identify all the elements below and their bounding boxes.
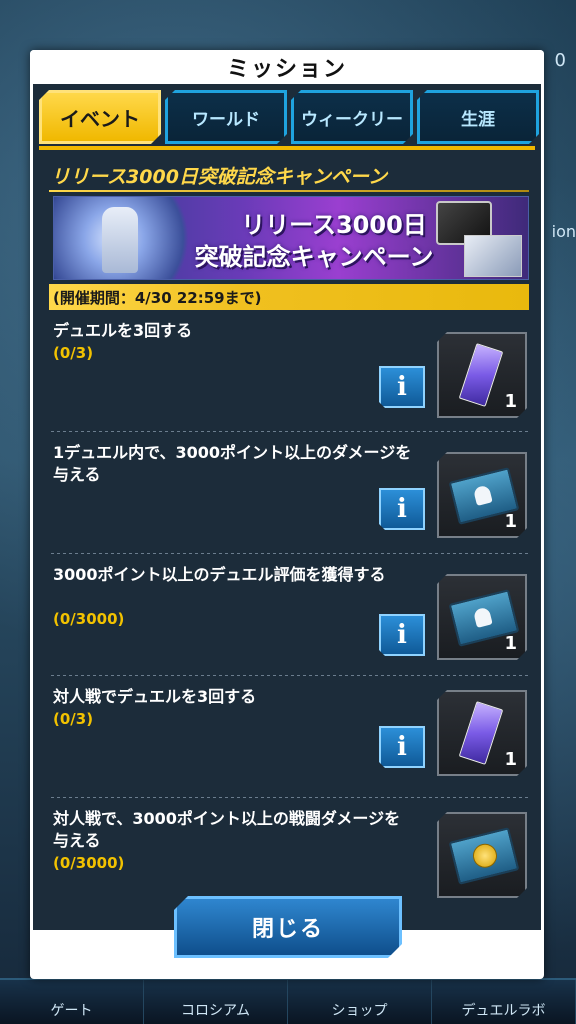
- campaign-title: リリース3000日突破記念キャンペーン: [51, 166, 387, 188]
- mission-dialog: ミッション イベント ワールド ウィークリー 生涯 リリース3000日突破記念キ…: [30, 50, 544, 979]
- reward-slot[interactable]: 1: [437, 574, 527, 660]
- background-counter: 0: [554, 50, 566, 71]
- tab-world[interactable]: ワールド: [165, 90, 287, 144]
- banner-line2: 突破記念キャンペーン: [194, 243, 434, 271]
- gold-ticket-icon: [449, 827, 520, 885]
- campaign-divider: [49, 190, 529, 192]
- mission-item: 対人戦でデュエルを3回する (0/3) i 1: [33, 676, 541, 798]
- dialog-title-bar: ミッション: [30, 50, 544, 84]
- mission-description: 対人戦で、3000ポイント以上の戦闘ダメージを与える: [53, 809, 401, 850]
- mission-item: 1デュエル内で、3000ポイント以上のダメージを与える i 1: [33, 432, 541, 554]
- tab-underline: [39, 146, 535, 150]
- info-button[interactable]: i: [379, 488, 425, 530]
- mission-progress: (0/3): [53, 710, 94, 728]
- reward-slot[interactable]: 1: [437, 690, 527, 776]
- mission-description: 3000ポイント以上のデュエル評価を獲得する: [53, 565, 386, 584]
- reward-count: 1: [504, 749, 517, 770]
- reward-count: 1: [504, 511, 517, 532]
- tab-weekly[interactable]: ウィークリー: [291, 90, 413, 144]
- mission-progress: (0/3000): [53, 610, 125, 628]
- reward-count: 1: [504, 391, 517, 412]
- nav-duel-lab[interactable]: デュエルラボ: [432, 980, 576, 1024]
- nav-gate[interactable]: ゲート: [0, 980, 144, 1024]
- tab-event[interactable]: イベント: [39, 90, 161, 144]
- mission-item: デュエルを3回する (0/3) i 1: [33, 310, 541, 432]
- mission-progress: (0/3): [53, 344, 94, 362]
- reward-slot[interactable]: 1: [437, 452, 527, 538]
- banner-character: [102, 207, 138, 273]
- campaign-banner: リリース3000日 突破記念キャンペーン: [53, 196, 529, 280]
- mission-item: 3000ポイント以上のデュエル評価を獲得する (0/3000) i 1: [33, 554, 541, 676]
- gold-coin-icon: [470, 841, 499, 870]
- background-label: ion: [551, 222, 576, 241]
- period-bar: (開催期間：4/30 22:59まで): [49, 284, 529, 310]
- nav-colosseum[interactable]: コロシアム: [144, 980, 288, 1024]
- nav-shop[interactable]: ショップ: [288, 980, 432, 1024]
- reward-slot[interactable]: [437, 812, 527, 898]
- info-button[interactable]: i: [379, 726, 425, 768]
- mission-description: 対人戦でデュエルを3回する: [53, 687, 257, 706]
- banner-card-icon: [464, 235, 522, 277]
- banner-line1: リリース3000日: [241, 211, 427, 239]
- mission-scroll-area[interactable]: リリース3000日突破記念キャンペーン リリース3000日 突破記念キャンペーン…: [33, 154, 541, 930]
- ticket-face-icon: [473, 607, 493, 628]
- tab-lifetime[interactable]: 生涯: [417, 90, 539, 144]
- ticket-face-icon: [473, 485, 493, 506]
- info-button[interactable]: i: [379, 614, 425, 656]
- purple-ticket-icon: [459, 343, 504, 407]
- dialog-title: ミッション: [226, 57, 347, 82]
- mission-tabs: イベント ワールド ウィークリー 生涯: [39, 90, 539, 146]
- dialog-body: イベント ワールド ウィークリー 生涯 リリース3000日突破記念キャンペーン …: [33, 84, 541, 930]
- reward-count: 1: [504, 633, 517, 654]
- period-text: (開催期間：4/30 22:59まで): [53, 288, 262, 307]
- mission-description: デュエルを3回する: [53, 321, 193, 340]
- mission-progress: (0/3000): [53, 854, 125, 872]
- close-button[interactable]: 閉じる: [174, 896, 402, 958]
- mission-description: 1デュエル内で、3000ポイント以上のダメージを与える: [53, 443, 412, 484]
- reward-slot[interactable]: 1: [437, 332, 527, 418]
- purple-ticket-icon: [459, 701, 504, 765]
- info-button[interactable]: i: [379, 366, 425, 408]
- bottom-nav: ゲート コロシアム ショップ デュエルラボ: [0, 978, 576, 1024]
